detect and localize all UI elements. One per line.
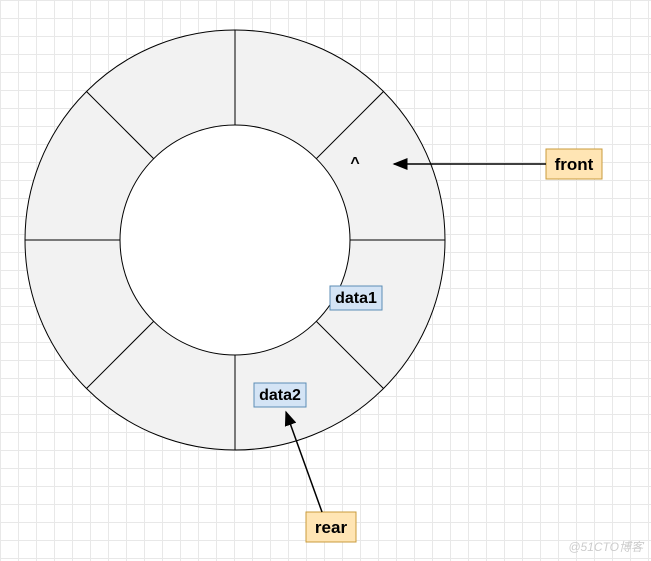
- rear-label-text: rear: [315, 518, 348, 537]
- data1-text: data1: [335, 290, 377, 307]
- data2-text: data2: [259, 387, 301, 404]
- inner-hole: [120, 125, 350, 355]
- front-caret: ^: [350, 155, 359, 172]
- circular-queue-diagram: ^ data1 data2 front rear: [0, 0, 651, 561]
- watermark: @51CTO博客: [568, 538, 643, 555]
- front-label-text: front: [555, 155, 594, 174]
